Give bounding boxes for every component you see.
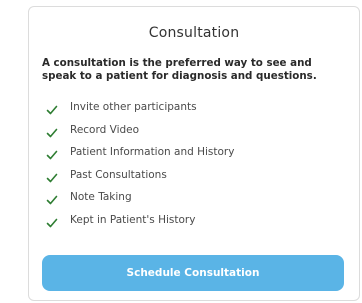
feature-label: Kept in Patient's History	[70, 213, 196, 226]
check-icon	[46, 191, 58, 205]
schedule-consultation-button[interactable]: Schedule Consultation	[42, 255, 344, 291]
feature-list: Invite other participants Record Video P…	[46, 96, 234, 231]
check-icon	[46, 146, 58, 160]
feature-item: Kept in Patient's History	[46, 209, 234, 232]
feature-label: Past Consultations	[70, 168, 167, 181]
check-icon	[46, 169, 58, 183]
feature-item: Invite other participants	[46, 96, 234, 119]
check-icon	[46, 101, 58, 115]
feature-label: Patient Information and History	[70, 146, 235, 159]
feature-item: Past Consultations	[46, 164, 234, 187]
feature-item: Patient Information and History	[46, 141, 234, 164]
feature-label: Record Video	[70, 123, 140, 136]
feature-label: Note Taking	[70, 191, 132, 204]
check-icon	[46, 124, 58, 138]
card-title: Consultation	[148, 25, 240, 41]
feature-item: Record Video	[46, 119, 234, 142]
consultation-card: Consultation A consultation is the prefe…	[28, 6, 360, 301]
feature-label: Invite other participants	[70, 101, 197, 114]
check-icon	[46, 214, 58, 228]
card-description: A consultation is the preferred way to s…	[42, 57, 317, 82]
feature-item: Note Taking	[46, 186, 234, 209]
